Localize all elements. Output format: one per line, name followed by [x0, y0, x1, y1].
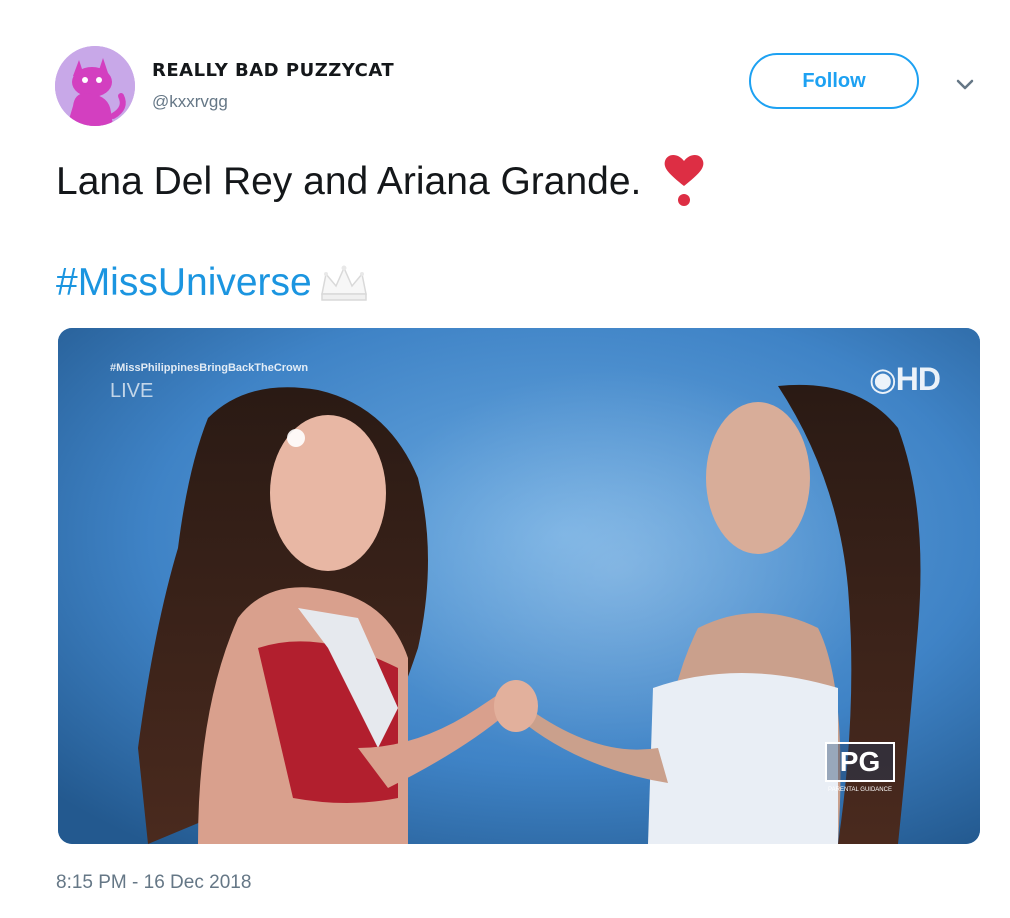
channel-hd-badge: ◉HD: [868, 360, 941, 398]
tweet-text: Lana Del Rey and Ariana Grande.: [56, 152, 707, 212]
media-overlay-live: LIVE: [110, 380, 154, 402]
media-overlay-hashtag: #MissPhilippinesBringBackTheCrown: [110, 362, 309, 374]
rating-badge-subtext: PARENTAL GUIDANCE: [828, 787, 892, 793]
hashtag-link[interactable]: #MissUniverse: [56, 261, 312, 305]
channel-hd-text: HD: [895, 361, 941, 397]
channel-logo-icon: ◉: [868, 361, 897, 397]
user-avatar[interactable]: [55, 46, 135, 126]
tweet-text-body: Lana Del Rey and Ariana Grande.: [56, 160, 642, 203]
rating-badge-label: PG: [825, 742, 895, 782]
rating-badge: PG PARENTAL GUIDANCE: [825, 742, 895, 806]
crown-icon: [316, 260, 372, 306]
purple-cat-icon: [55, 46, 135, 126]
follow-button[interactable]: Follow: [749, 53, 919, 109]
hashtag-line: #MissUniverse: [56, 260, 372, 306]
chevron-down-icon[interactable]: [950, 72, 980, 98]
user-handle[interactable]: @kxxrvgg: [152, 92, 228, 112]
tweet-media-image[interactable]: #MissPhilippinesBringBackTheCrown LIVE ◉…: [58, 328, 980, 844]
heavy-heart-exclamation-icon: [661, 152, 707, 212]
tweet-timestamp[interactable]: 8:15 PM - 16 Dec 2018: [56, 872, 251, 894]
display-name[interactable]: REALLY BAD PUZZYCAT: [152, 60, 394, 81]
tweet-card: REALLY BAD PUZZYCAT @kxxrvgg Follow Lana…: [0, 0, 1010, 918]
